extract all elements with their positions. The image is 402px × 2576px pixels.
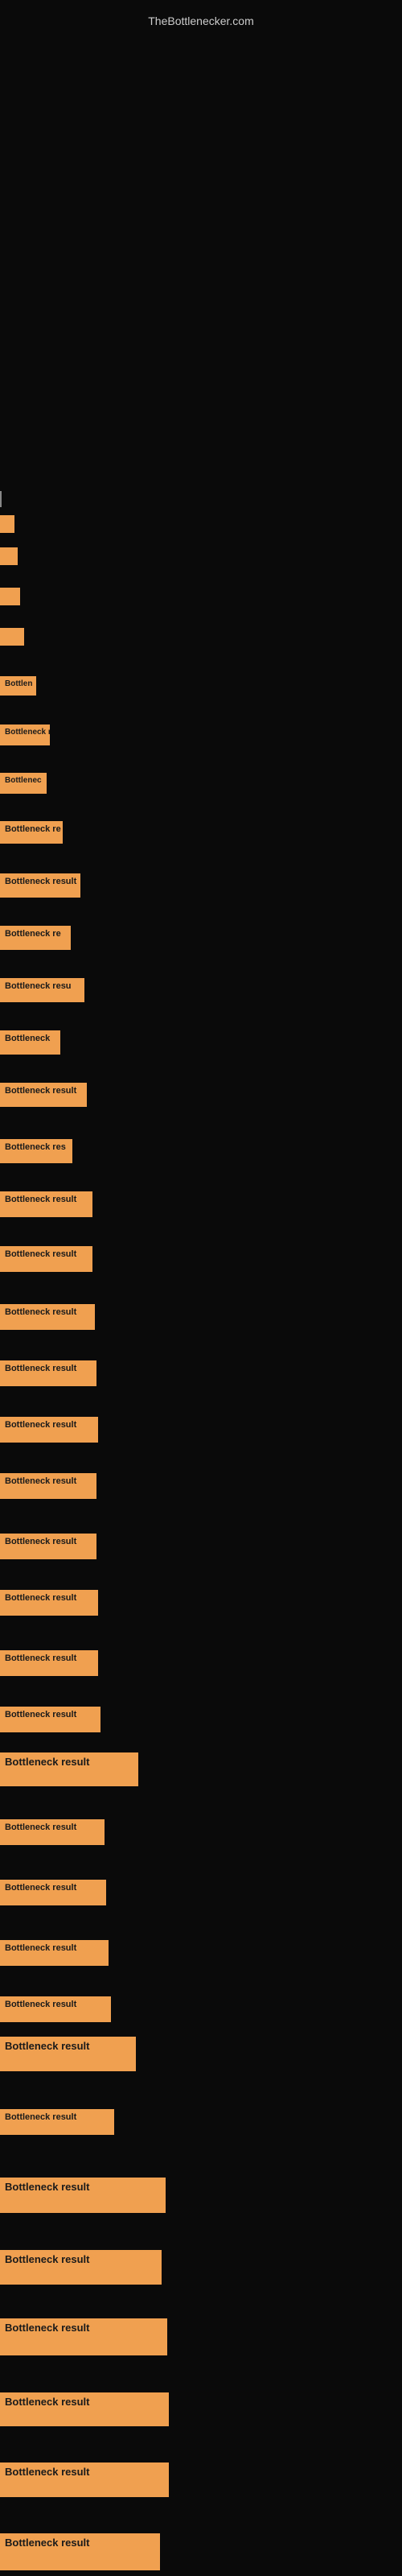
bottleneck-bar-10: Bottleneck re (0, 926, 71, 950)
bottleneck-bar-16: Bottleneck result (0, 1246, 92, 1272)
bottleneck-bar-35: Bottleneck result (0, 2392, 169, 2426)
bottleneck-bar-3 (0, 588, 20, 605)
site-title: TheBottlenecker.com (0, 6, 402, 35)
bottleneck-bar-2 (0, 547, 18, 565)
bottleneck-bar-26: Bottleneck result (0, 1819, 105, 1845)
bottleneck-bar-36: Bottleneck result (0, 2462, 169, 2497)
bottleneck-bar-12: Bottleneck (0, 1030, 60, 1055)
bottleneck-bar-17: Bottleneck result (0, 1304, 95, 1330)
bottleneck-bar-14: Bottleneck res (0, 1139, 72, 1163)
cursor-line (0, 491, 2, 507)
bottleneck-bar-6: Bottleneck r (0, 724, 50, 745)
bottleneck-bar-31: Bottleneck result (0, 2109, 114, 2135)
bottleneck-bar-5: Bottlen (0, 676, 36, 696)
bottleneck-bar-23: Bottleneck result (0, 1650, 98, 1676)
bottleneck-bar-33: Bottleneck result (0, 2250, 162, 2285)
bottleneck-bar-24: Bottleneck result (0, 1707, 100, 1732)
bottleneck-bar-8: Bottleneck re (0, 821, 63, 844)
bottleneck-bar-22: Bottleneck result (0, 1590, 98, 1616)
bottleneck-bar-18: Bottleneck result (0, 1360, 96, 1386)
bottleneck-bar-20: Bottleneck result (0, 1473, 96, 1499)
bottleneck-bar-37: Bottleneck result (0, 2533, 160, 2570)
bottleneck-bar-21: Bottleneck result (0, 1534, 96, 1559)
bottleneck-bar-29: Bottleneck result (0, 1996, 111, 2022)
bottleneck-bar-11: Bottleneck resu (0, 978, 84, 1002)
bottleneck-bar-9: Bottleneck result (0, 873, 80, 898)
bottleneck-bar-34: Bottleneck result (0, 2318, 167, 2355)
bottleneck-bar-1 (0, 515, 14, 533)
bottleneck-bar-32: Bottleneck result (0, 2178, 166, 2213)
bottleneck-bar-13: Bottleneck result (0, 1083, 87, 1107)
bottleneck-bar-28: Bottleneck result (0, 1940, 109, 1966)
bottleneck-bar-4 (0, 628, 24, 646)
bottleneck-bar-27: Bottleneck result (0, 1880, 106, 1905)
bottleneck-bar-7: Bottlenec (0, 773, 47, 794)
bottleneck-bar-19: Bottleneck result (0, 1417, 98, 1443)
bottleneck-bar-15: Bottleneck result (0, 1191, 92, 1217)
bottleneck-bar-25: Bottleneck result (0, 1752, 138, 1786)
bottleneck-bar-30: Bottleneck result (0, 2037, 136, 2071)
